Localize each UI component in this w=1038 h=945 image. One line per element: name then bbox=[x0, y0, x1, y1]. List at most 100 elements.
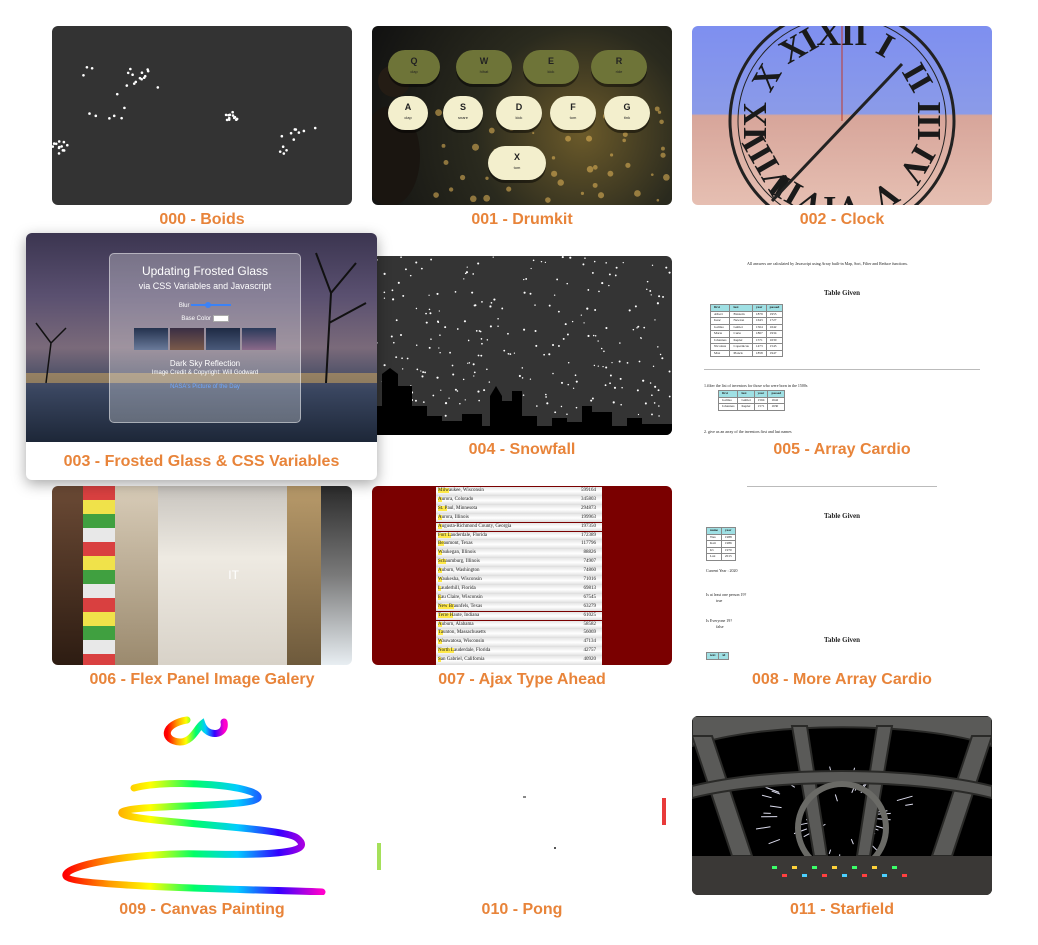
project-card-boids[interactable]: 000 - Boids bbox=[52, 26, 352, 230]
snowflake bbox=[658, 295, 661, 298]
snowflake bbox=[636, 327, 638, 329]
snowflake bbox=[594, 309, 597, 311]
snowflake bbox=[464, 272, 467, 275]
snowflake bbox=[651, 394, 653, 397]
card-title[interactable]: 004 - Snowfall bbox=[372, 440, 672, 460]
base-color-picker[interactable] bbox=[212, 315, 229, 322]
suggestion-item[interactable]: Waukesha, Wisconsin 71016 bbox=[436, 576, 602, 585]
project-card-array-cardio[interactable]: All answers are calculated by Javascript… bbox=[692, 256, 992, 460]
suggestion-item[interactable]: San Gabriel, California 40920 bbox=[436, 656, 602, 665]
boid bbox=[65, 143, 69, 147]
snowflake bbox=[566, 413, 568, 416]
drum-key-d[interactable]: Dkick bbox=[496, 96, 542, 130]
panel-stripes[interactable] bbox=[82, 486, 116, 665]
project-card-frosted-glass[interactable]: Updating Frosted Glass via CSS Variables… bbox=[26, 233, 377, 480]
suggestion-item[interactable]: St. Paul, Minnesota 294873 bbox=[436, 504, 602, 514]
drum-key-q[interactable]: Qclap bbox=[388, 50, 440, 84]
snowflake bbox=[425, 312, 427, 315]
suggestion-item[interactable]: Aurora, Illinois 199963 bbox=[436, 513, 602, 523]
panel-light bbox=[792, 866, 797, 869]
panel-llama[interactable] bbox=[115, 486, 159, 665]
suggestion-item[interactable]: Lauderhill, Florida 69813 bbox=[436, 584, 602, 594]
drum-key-w[interactable]: Whihat bbox=[456, 50, 512, 84]
snowflake bbox=[657, 346, 659, 348]
panel-snow-trees[interactable] bbox=[321, 486, 352, 665]
project-card-type-ahead[interactable]: Milwaukee, Wisconsin 599164 Aurora, Colora… bbox=[372, 486, 672, 690]
card-title[interactable]: 009 - Canvas Painting bbox=[52, 900, 352, 920]
suggestion-item[interactable]: Auburn, Alabama 58582 bbox=[436, 620, 602, 630]
snowflake bbox=[467, 362, 469, 364]
gallery-thumb[interactable] bbox=[242, 328, 276, 351]
panel-dress[interactable]: IT bbox=[158, 486, 287, 665]
snowflake bbox=[529, 292, 532, 295]
boid bbox=[138, 76, 142, 80]
card-title[interactable]: 008 - More Array Cardio bbox=[692, 670, 992, 690]
snowflake bbox=[587, 289, 590, 291]
drum-key-g[interactable]: Gtink bbox=[604, 96, 650, 130]
snowflake bbox=[665, 266, 668, 269]
snowflake bbox=[602, 365, 604, 368]
drum-key-a[interactable]: Aclap bbox=[388, 96, 428, 130]
snowflake bbox=[430, 338, 432, 340]
snowflake bbox=[429, 312, 432, 315]
snowflake bbox=[422, 401, 425, 403]
gallery-thumb[interactable] bbox=[206, 328, 240, 351]
project-card-more-array-cardio[interactable]: Table Given name year Wes 1988 Kait 1986 Irv 19… bbox=[692, 486, 992, 690]
card-title[interactable]: 006 - Flex Panel Image Galery bbox=[52, 670, 352, 690]
snowflake bbox=[432, 394, 435, 397]
snowflake bbox=[552, 372, 554, 375]
card-title[interactable]: 003 - Frosted Glass & CSS Variables bbox=[26, 452, 377, 472]
caption-title: Dark Sky Reflection bbox=[169, 359, 241, 369]
snowflake bbox=[420, 267, 423, 270]
project-card-clock[interactable]: XIIIIIIIIIVVVIVIIVIIIIXXXI 002 - Clock bbox=[692, 26, 992, 230]
project-card-snowfall[interactable]: 004 - Snowfall bbox=[372, 256, 672, 460]
project-card-starfield[interactable]: 011 - Starfield bbox=[692, 716, 992, 920]
panel-coffee[interactable] bbox=[52, 486, 83, 665]
project-card-pong[interactable]: 010 - Pong bbox=[372, 716, 672, 920]
suggestion-item[interactable]: Augusta-Richmond County, Georgia 197350 bbox=[436, 522, 602, 532]
project-card-drumkit[interactable]: Qclap Whihat Ekick Rride Aclap Ssnare Dkick Fto… bbox=[372, 26, 672, 230]
gallery-thumb[interactable] bbox=[134, 328, 168, 351]
suggestion-item[interactable]: North Lauderdale, Florida 42757 bbox=[436, 647, 602, 656]
drum-key-f[interactable]: Ftom bbox=[550, 96, 596, 130]
snowflake bbox=[390, 335, 393, 338]
project-card-canvas-painting[interactable]: 009 - Canvas Painting bbox=[52, 716, 352, 920]
project-card-flex-panel[interactable]: IT 006 - Flex Panel Image Galery bbox=[52, 486, 352, 690]
snowflake bbox=[456, 328, 459, 330]
suggestion-item[interactable]: Schaumburg, Illinois 74907 bbox=[436, 558, 602, 567]
suggestion-item[interactable]: Fort Lauderdale, Florida 172389 bbox=[436, 531, 602, 541]
snowflake bbox=[444, 326, 447, 329]
panel-llama-2[interactable] bbox=[286, 486, 322, 665]
suggestion-item[interactable]: Beaumont, Texas 117796 bbox=[436, 540, 602, 550]
suggestion-item[interactable]: Auburn, Washington 74860 bbox=[436, 567, 602, 576]
snowflake bbox=[605, 327, 608, 330]
suggestion-item[interactable]: Wauwatosa, Wisconsin 47134 bbox=[436, 638, 602, 648]
snowflake bbox=[422, 371, 425, 374]
drum-key-r[interactable]: Rride bbox=[591, 50, 647, 84]
suggestion-item[interactable]: Aurora, Colorado 345803 bbox=[436, 495, 602, 505]
boid bbox=[57, 152, 61, 155]
card-title[interactable]: 001 - Drumkit bbox=[372, 210, 672, 230]
suggestion-item[interactable]: Terre Haute, Indiana 61025 bbox=[436, 611, 602, 621]
drum-key-e[interactable]: Ekick bbox=[523, 50, 579, 84]
card-title[interactable]: 007 - Ajax Type Ahead bbox=[372, 670, 672, 690]
gallery-thumb[interactable] bbox=[170, 328, 204, 351]
suggestion-item[interactable]: New Braunfels, Texas 63279 bbox=[436, 602, 602, 612]
drum-key-x[interactable]: Xtom bbox=[488, 146, 546, 180]
card-title[interactable]: 005 - Array Cardio bbox=[692, 440, 992, 460]
star-streak bbox=[834, 794, 838, 802]
boid bbox=[129, 67, 132, 71]
suggestion-item[interactable]: Waukegan, Illinois 88826 bbox=[436, 549, 602, 559]
people-table: name year Wes 1988 Kait 1986 Irv 1970 Lux 2015 bbox=[706, 527, 736, 561]
snowflake bbox=[477, 354, 480, 357]
drum-key-s[interactable]: Ssnare bbox=[443, 96, 483, 130]
blur-slider[interactable] bbox=[191, 302, 232, 309]
card-title[interactable]: 011 - Starfield bbox=[692, 900, 992, 920]
card-title[interactable]: 010 - Pong bbox=[372, 900, 672, 920]
suggestion-item[interactable]: Taunton, Massachusetts 56069 bbox=[436, 629, 602, 639]
card-title[interactable]: 002 - Clock bbox=[692, 210, 992, 230]
apod-link[interactable]: NASA's Picture of the Day bbox=[110, 384, 300, 390]
suggestion-item[interactable]: Eau Claire, Wisconsin 67545 bbox=[436, 593, 602, 603]
suggestion-item[interactable]: Milwaukee, Wisconsin 599164 bbox=[436, 487, 602, 496]
card-title[interactable]: 000 - Boids bbox=[52, 210, 352, 230]
